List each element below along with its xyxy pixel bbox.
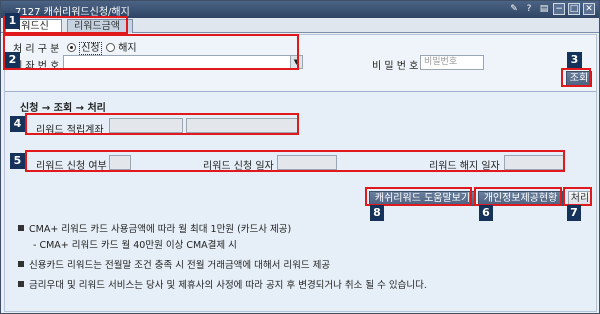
highlight-privacy-button — [474, 187, 562, 206]
content-panel: 처 리 구 분 신청 해지 계 좌 번 호 ▼ 비 밀 번 호 비밀번호 조회 … — [4, 34, 597, 312]
highlight-query-button — [561, 68, 591, 87]
badge-4: 4 — [10, 116, 25, 132]
notice-list: CMA+ 리워드 카드 사용금액에 따라 월 최대 1만원 (카드사 제공) -… — [18, 222, 427, 294]
highlight-help-button — [365, 187, 472, 206]
badge-7: 7 — [567, 205, 581, 221]
highlight-process-button — [563, 187, 592, 206]
notice-text: - CMA+ 리워드 카드 월 40만원 이상 CMA결제 시 — [33, 240, 237, 251]
menu-icon[interactable]: ▤ — [538, 3, 550, 15]
highlight-query-form — [3, 34, 299, 70]
badge-5: 5 — [10, 153, 25, 169]
badge-1: 1 — [5, 13, 20, 29]
password-label: 비 밀 번 호 — [372, 61, 419, 72]
window-controls: ✎ ? ▤ − □ ✕ — [508, 3, 595, 15]
flow-heading: 신청 → 조회 → 처리 — [20, 103, 106, 114]
notice-item: 금리우대 및 리워드 서비스는 당사 및 제휴사의 사정에 따라 공지 후 변경… — [18, 278, 427, 294]
highlight-status-row — [25, 150, 565, 172]
close-icon[interactable]: ✕ — [583, 3, 595, 15]
notice-item: 신용카드 리워드는 전월말 조건 충족 시 전월 거래금액에 대해서 리워드 제… — [18, 258, 427, 274]
password-input[interactable]: 비밀번호 — [420, 55, 484, 70]
highlight-reward-account — [25, 113, 299, 135]
badge-6: 6 — [479, 205, 493, 221]
password-placeholder: 비밀번호 — [424, 57, 458, 67]
notice-text: 금리우대 및 리워드 서비스는 당사 및 제휴사의 사정에 따라 공지 후 변경… — [29, 280, 427, 291]
badge-3: 3 — [567, 52, 582, 68]
pin-icon[interactable]: ✎ — [508, 3, 520, 15]
badge-8: 8 — [370, 205, 384, 221]
maximize-icon[interactable]: □ — [568, 3, 580, 15]
badge-2: 2 — [5, 52, 20, 68]
notice-item: - CMA+ 리워드 카드 월 40만원 이상 CMA결제 시 — [18, 238, 427, 254]
notice-text: CMA+ 리워드 카드 사용금액에 따라 월 최대 1만원 (카드사 제공) — [29, 224, 292, 235]
help-icon[interactable]: ? — [523, 3, 535, 15]
notice-item: CMA+ 리워드 카드 사용금액에 따라 월 최대 1만원 (카드사 제공) — [18, 222, 427, 238]
minimize-icon[interactable]: − — [553, 3, 565, 15]
notice-text: 신용카드 리워드는 전월말 조건 충족 시 전월 거래금액에 대해서 리워드 제… — [29, 260, 331, 271]
highlight-tab — [3, 16, 128, 34]
